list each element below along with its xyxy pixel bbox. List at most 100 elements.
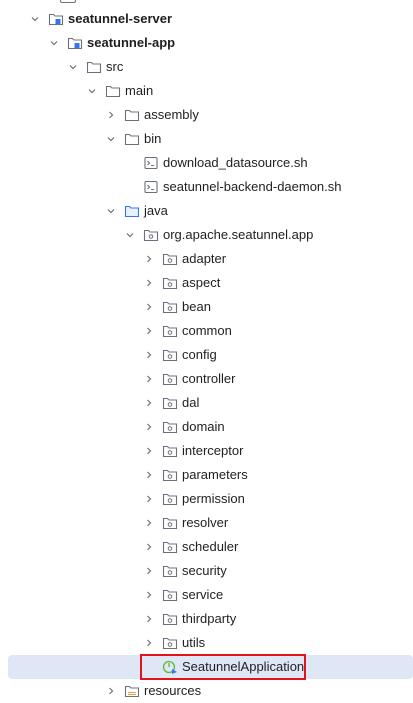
tree-item-label: aspect [182, 275, 221, 290]
package-icon [162, 635, 178, 651]
chevron-right-icon[interactable] [143, 613, 155, 625]
package-icon [162, 467, 178, 483]
package-icon [162, 275, 178, 291]
folder-icon [124, 131, 140, 147]
tree-row[interactable]: main [0, 79, 413, 103]
spring-boot-app-icon [162, 659, 178, 675]
package-icon [162, 611, 178, 627]
chevron-right-icon[interactable] [143, 541, 155, 553]
tree-item-label: SeatunnelApplication [182, 659, 305, 674]
tree-row-package[interactable]: service [0, 583, 413, 607]
chevron-right-icon[interactable] [143, 325, 155, 337]
tree-row-package[interactable]: utils [0, 631, 413, 655]
tree-item-label: service [182, 587, 224, 602]
tree-item-label: org.apache.seatunnel.app [163, 227, 314, 242]
chevron-right-icon[interactable] [143, 493, 155, 505]
chevron-right-icon[interactable] [143, 469, 155, 481]
tree-item-label: bean [182, 299, 211, 314]
tree-row-package[interactable]: scheduler [0, 535, 413, 559]
package-icon [162, 419, 178, 435]
tree-item-label: thirdparty [182, 611, 237, 626]
tree-row[interactable]: java [0, 199, 413, 223]
tree-row[interactable]: src [0, 55, 413, 79]
chevron-down-icon[interactable] [67, 61, 79, 73]
tree-row[interactable]: seatunnel-server [0, 7, 413, 31]
tree-row[interactable]: seatunnel-backend-daemon.sh [0, 175, 413, 199]
chevron-right-icon[interactable] [143, 421, 155, 433]
tree-row[interactable]: bin [0, 127, 413, 151]
tree-item-label: scheduler [182, 539, 239, 554]
chevron-down-icon[interactable] [105, 205, 117, 217]
tree-item-label: utils [182, 635, 206, 650]
chevron-right-icon[interactable] [143, 517, 155, 529]
chevron-down-icon[interactable] [86, 85, 98, 97]
tree-row-package[interactable]: parameters [0, 463, 413, 487]
chevron-right-icon[interactable] [143, 637, 155, 649]
tree-item-label: parameters [182, 467, 248, 482]
tree-row-package[interactable]: interceptor [0, 439, 413, 463]
tree-row-package[interactable]: bean [0, 295, 413, 319]
package-icon [162, 443, 178, 459]
tree-row-package[interactable]: controller [0, 367, 413, 391]
chevron-right-icon[interactable] [143, 301, 155, 313]
tree-item-label: config [182, 347, 217, 362]
package-icon [162, 323, 178, 339]
tree-item-label: main [125, 83, 154, 98]
chevron-down-icon[interactable] [29, 13, 41, 25]
tree-item-label: seatunnel-backend-daemon.sh [163, 179, 342, 194]
tree-row-package[interactable]: resolver [0, 511, 413, 535]
tree-item-label: domain [182, 419, 225, 434]
folder-icon [86, 59, 102, 75]
chevron-right-icon[interactable] [143, 349, 155, 361]
tree-row-package[interactable]: config [0, 343, 413, 367]
tree-item-label: bin [144, 131, 162, 146]
tree-row[interactable]: SeatunnelApplication [8, 655, 413, 679]
chevron-right-icon[interactable] [143, 445, 155, 457]
chevron-down-icon[interactable] [105, 133, 117, 145]
package-icon [162, 563, 178, 579]
tree-row-package[interactable]: org.apache.seatunnel.app [0, 223, 413, 247]
tree-item-label: src [106, 59, 124, 74]
tree-row[interactable]: resources [0, 679, 413, 703]
package-icon [162, 371, 178, 387]
package-icon [162, 587, 178, 603]
package-icon [162, 539, 178, 555]
tree-row-package[interactable]: dal [0, 391, 413, 415]
tree-row[interactable]: assembly [0, 103, 413, 127]
chevron-right-icon[interactable] [143, 397, 155, 409]
tree-item-label: controller [182, 371, 236, 386]
folder-icon [124, 107, 140, 123]
tree-row-package[interactable]: domain [0, 415, 413, 439]
module-folder-icon [67, 35, 83, 51]
chevron-right-icon[interactable] [105, 685, 117, 697]
tree-row[interactable]: download_datasource.sh [0, 151, 413, 175]
tree-item-label: download_datasource.sh [163, 155, 308, 170]
tree-row-package[interactable]: security [0, 559, 413, 583]
tree-item-label: java [144, 203, 168, 218]
chevron-right-icon[interactable] [143, 589, 155, 601]
package-icon [162, 515, 178, 531]
tree-item-label: seatunnel-app [87, 35, 176, 50]
partial-icon-top [60, 0, 76, 3]
chevron-right-icon[interactable] [143, 565, 155, 577]
module-folder-icon [48, 11, 64, 27]
tree-row-package[interactable]: common [0, 319, 413, 343]
tree-item-label: common [182, 323, 232, 338]
resources-folder-icon [124, 683, 140, 699]
shell-script-icon [143, 179, 159, 195]
chevron-right-icon[interactable] [105, 109, 117, 121]
package-icon [162, 491, 178, 507]
package-icon [162, 299, 178, 315]
chevron-down-icon[interactable] [124, 229, 136, 241]
chevron-right-icon[interactable] [143, 253, 155, 265]
chevron-down-icon[interactable] [48, 37, 60, 49]
tree-item-label: dal [182, 395, 200, 410]
tree-item-label: interceptor [182, 443, 244, 458]
tree-row[interactable]: seatunnel-app [0, 31, 413, 55]
chevron-right-icon[interactable] [143, 277, 155, 289]
tree-row-package[interactable]: adapter [0, 247, 413, 271]
chevron-right-icon[interactable] [143, 373, 155, 385]
tree-row-package[interactable]: aspect [0, 271, 413, 295]
tree-row-package[interactable]: thirdparty [0, 607, 413, 631]
tree-row-package[interactable]: permission [0, 487, 413, 511]
